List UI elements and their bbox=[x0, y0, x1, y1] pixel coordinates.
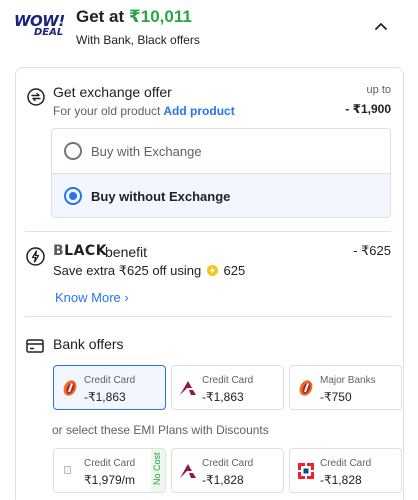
save-extra-text: Save extra ₹625 off using 625 bbox=[53, 263, 245, 279]
offer-value: -₹1,863 bbox=[202, 390, 244, 404]
icici-bank-icon bbox=[299, 380, 313, 396]
emi-plans-text: or select these EMI Plans with Discounts bbox=[52, 423, 269, 437]
section-divider bbox=[25, 231, 391, 232]
exchange-subtitle: For your old product Add product bbox=[53, 104, 235, 118]
exchange-subtitle-text: For your old product bbox=[53, 104, 161, 118]
emi-offer-card-hdfc[interactable]: Credit Card -₹1,828 bbox=[289, 448, 402, 493]
axis-bank-icon bbox=[180, 381, 196, 395]
upto-value: - ₹1,900 bbox=[345, 102, 391, 116]
final-price: ₹10,011 bbox=[128, 7, 192, 26]
bank-logo-icon bbox=[64, 466, 71, 474]
offer-value: -₹1,863 bbox=[84, 390, 126, 404]
offer-subtitle: With Bank, Black offers bbox=[76, 33, 200, 47]
know-more-link[interactable]: Know More › bbox=[55, 290, 129, 305]
wow-deal-logo: WOW! DEAL bbox=[14, 12, 66, 42]
lightning-bolt-icon bbox=[26, 247, 45, 266]
exchange-options: Buy with Exchange Buy without Exchange bbox=[51, 128, 391, 218]
get-at-heading: Get at ₹10,011 bbox=[76, 7, 192, 27]
radio-selected-icon[interactable] bbox=[64, 187, 82, 205]
offer-type: Credit Card bbox=[202, 458, 254, 469]
deal-logo-text: DEAL bbox=[34, 27, 64, 38]
exchange-title: Get exchange offer bbox=[53, 84, 172, 100]
buy-without-exchange-option[interactable]: Buy without Exchange bbox=[52, 174, 390, 217]
exchange-icon bbox=[27, 88, 45, 106]
chevron-up-icon[interactable] bbox=[372, 18, 390, 36]
icici-bank-icon bbox=[63, 380, 77, 396]
bank-offer-card-axis[interactable]: Credit Card -₹1,863 bbox=[171, 365, 284, 410]
benefit-label: benefit bbox=[105, 244, 148, 260]
option-label: Buy without Exchange bbox=[91, 189, 231, 204]
buy-with-exchange-option[interactable]: Buy with Exchange bbox=[52, 129, 390, 174]
no-cost-label: No Cost bbox=[152, 452, 162, 485]
supercoin-icon bbox=[206, 265, 218, 276]
get-at-prefix: Get at bbox=[76, 7, 125, 26]
black-benefit-value: - ₹625 bbox=[353, 243, 391, 258]
black-brand-logo: BLACK bbox=[53, 243, 107, 259]
credit-card-icon bbox=[26, 339, 44, 353]
offer-value: -₹750 bbox=[320, 390, 352, 404]
no-cost-badge: No Cost bbox=[151, 449, 165, 492]
coin-amount: 625 bbox=[223, 263, 246, 278]
section-divider bbox=[25, 316, 391, 317]
offer-value: ₹1,979/m bbox=[84, 473, 135, 487]
offer-header[interactable]: WOW! DEAL Get at ₹10,011 With Bank, Blac… bbox=[0, 0, 418, 62]
black-brand-first: B bbox=[53, 243, 65, 259]
radio-unselected-icon[interactable] bbox=[64, 142, 82, 160]
offer-type: Major Banks bbox=[320, 375, 376, 386]
option-label: Buy with Exchange bbox=[91, 144, 202, 159]
add-product-link[interactable]: Add product bbox=[163, 104, 234, 118]
emi-offer-card-axis[interactable]: Credit Card -₹1,828 bbox=[171, 448, 284, 493]
emi-offer-card-no-cost[interactable]: Credit Card ₹1,979/m No Cost bbox=[53, 448, 166, 493]
hdfc-bank-icon bbox=[298, 463, 314, 479]
bank-offer-card-major-banks[interactable]: Major Banks -₹750 bbox=[289, 365, 402, 410]
offer-type: Credit Card bbox=[84, 458, 136, 469]
axis-bank-icon bbox=[180, 464, 196, 478]
offer-type: Credit Card bbox=[84, 375, 136, 386]
save-extra-label: Save extra ₹625 off using bbox=[53, 263, 202, 278]
upto-label: up to bbox=[366, 84, 391, 96]
offer-value: -₹1,828 bbox=[202, 473, 244, 487]
bank-offers-title: Bank offers bbox=[53, 336, 124, 352]
offer-type: Credit Card bbox=[202, 375, 254, 386]
black-brand-rest: LACK bbox=[64, 243, 108, 259]
bank-offer-card-icici[interactable]: Credit Card -₹1,863 bbox=[53, 365, 166, 410]
offer-value: -₹1,828 bbox=[320, 473, 362, 487]
offer-type: Credit Card bbox=[320, 458, 372, 469]
